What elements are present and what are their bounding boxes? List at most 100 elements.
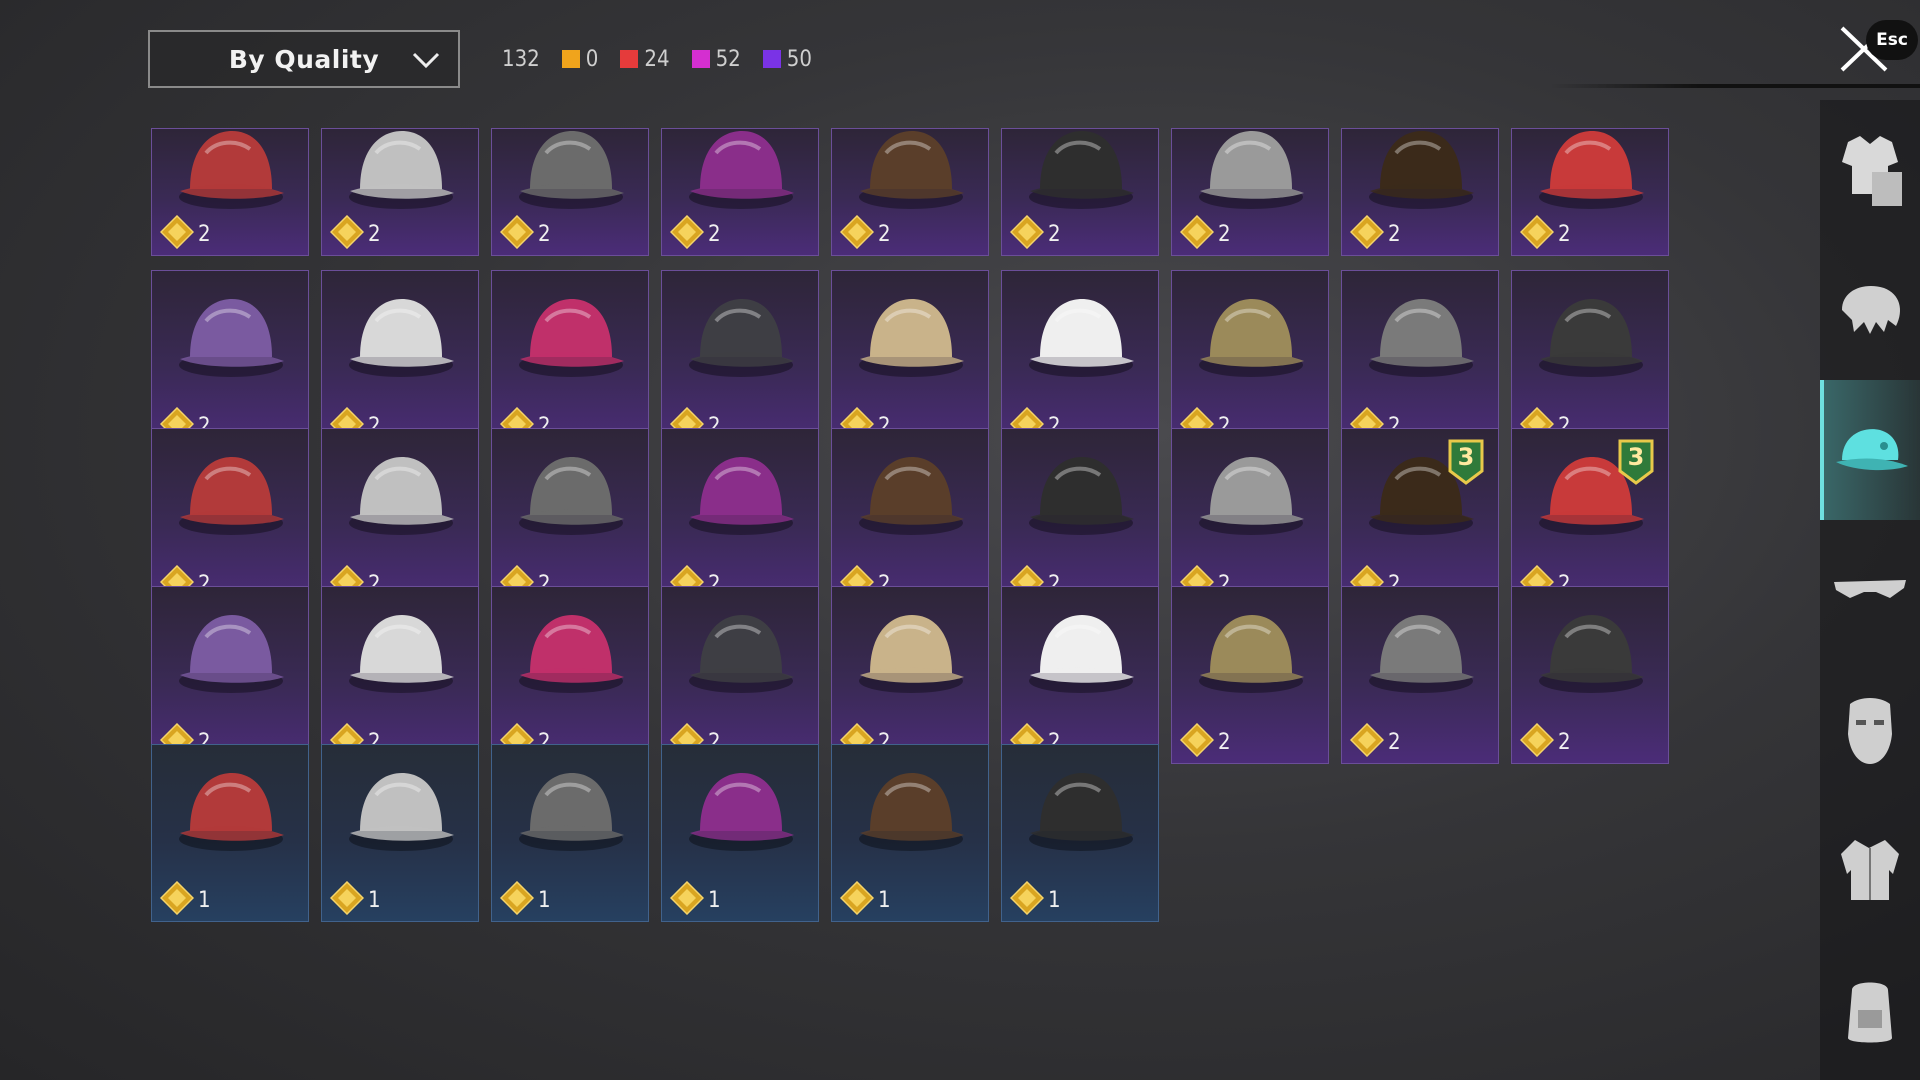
price-value: 2	[1388, 729, 1401, 755]
item-price: 2	[329, 214, 381, 250]
price-value: 2	[878, 221, 891, 247]
jacket-icon	[1841, 840, 1899, 900]
item-card[interactable]: 2	[1171, 428, 1329, 606]
coin-icon	[329, 214, 365, 253]
item-card[interactable]: 2	[831, 586, 989, 764]
item-card[interactable]: 1	[1001, 744, 1159, 922]
item-card[interactable]: 2	[661, 270, 819, 448]
grey-brodie-helmet-icon	[1362, 277, 1480, 395]
item-card[interactable]: 2	[1001, 128, 1159, 256]
item-card[interactable]: 23	[1341, 428, 1499, 606]
item-card[interactable]: 2	[151, 428, 309, 606]
aviator-cap-icon	[1362, 593, 1480, 711]
item-card[interactable]: 2	[661, 128, 819, 256]
hat-icon	[1836, 429, 1908, 471]
item-card[interactable]: 2	[1511, 586, 1669, 764]
white-shark-hat-icon	[1192, 435, 1310, 553]
item-card[interactable]: 1	[151, 744, 309, 922]
skull-cap-icon	[172, 751, 290, 869]
top-divider	[1550, 84, 1920, 88]
item-card[interactable]: 2	[321, 586, 479, 764]
item-price: 1	[159, 880, 211, 916]
coin-icon	[1519, 722, 1555, 761]
item-card[interactable]: 2	[1511, 270, 1669, 448]
item-card[interactable]: 2	[831, 128, 989, 256]
item-card[interactable]: 2	[151, 128, 309, 256]
sidebar-item-hair[interactable]	[1820, 240, 1920, 380]
camo-headset-cap-icon	[1022, 751, 1140, 869]
item-card[interactable]: 2	[1341, 586, 1499, 764]
coin-icon	[1349, 214, 1385, 253]
price-value: 1	[368, 887, 381, 913]
item-card[interactable]: 2	[661, 586, 819, 764]
count-red: 24	[620, 47, 670, 72]
item-grid: 2222222222222222222222222232322222222211…	[151, 128, 1671, 1028]
teal-beret-icon	[342, 751, 460, 869]
item-card[interactable]: 2	[151, 586, 309, 764]
coin-icon	[669, 214, 705, 253]
price-value: 2	[1048, 221, 1061, 247]
item-card[interactable]: 1	[491, 744, 649, 922]
sidebar-item-outfit[interactable]	[1820, 100, 1920, 240]
pith-helmet-icon	[852, 277, 970, 395]
category-sidebar	[1820, 100, 1920, 1080]
sidebar-item-backpack[interactable]	[1820, 940, 1920, 1080]
item-card[interactable]: 2	[1171, 586, 1329, 764]
item-card[interactable]: 2	[1341, 270, 1499, 448]
count-purple: 50	[762, 47, 812, 72]
count-pink: 52	[691, 47, 741, 72]
coin-icon	[669, 880, 705, 919]
sidebar-item-glasses[interactable]	[1820, 520, 1920, 660]
red-swatch	[620, 50, 639, 68]
item-card[interactable]: 2	[491, 428, 649, 606]
item-card[interactable]: 2	[491, 586, 649, 764]
price-value: 2	[198, 221, 211, 247]
item-card[interactable]: 2	[321, 428, 479, 606]
sidebar-item-hat[interactable]	[1820, 380, 1920, 520]
item-card[interactable]: 1	[321, 744, 479, 922]
item-price: 2	[159, 214, 211, 250]
brown-cowboy-hat-icon	[1532, 593, 1650, 711]
coin-icon	[1179, 722, 1215, 761]
item-card[interactable]: 2	[831, 270, 989, 448]
item-card[interactable]: 2	[1511, 128, 1669, 256]
coin-icon	[1009, 214, 1045, 253]
esc-badge: Esc	[1866, 20, 1918, 60]
item-card[interactable]: 2	[321, 270, 479, 448]
item-card[interactable]: 2	[1171, 270, 1329, 448]
item-price: 2	[1519, 214, 1571, 250]
item-card[interactable]: 2	[321, 128, 479, 256]
price-value: 1	[198, 887, 211, 913]
coin-icon	[159, 880, 195, 919]
item-card[interactable]: 1	[661, 744, 819, 922]
item-card[interactable]: 2	[1001, 586, 1159, 764]
item-card[interactable]: 2	[1341, 128, 1499, 256]
item-card[interactable]: 23	[1511, 428, 1669, 606]
red-fedora-icon	[1022, 435, 1140, 553]
item-card[interactable]: 2	[491, 270, 649, 448]
sort-dropdown[interactable]: By Quality	[148, 30, 460, 88]
item-card[interactable]: 1	[831, 744, 989, 922]
steampunk-hat-icon	[512, 129, 630, 227]
grey-beret-icon	[512, 751, 630, 869]
item-card[interactable]: 2	[1001, 270, 1159, 448]
item-card[interactable]: 2	[1001, 428, 1159, 606]
item-card[interactable]: 2	[491, 128, 649, 256]
quality-stats: 132 0 24 52 50	[502, 40, 812, 78]
sidebar-item-mask[interactable]	[1820, 660, 1920, 800]
item-card[interactable]: 2	[1171, 128, 1329, 256]
gold-band-fedora-icon	[1362, 129, 1480, 227]
gas-mask-helmet-icon	[1022, 129, 1140, 227]
price-value: 2	[1388, 221, 1401, 247]
count-orange: 0	[561, 47, 598, 72]
item-card[interactable]: 2	[661, 428, 819, 606]
item-card[interactable]: 2	[831, 428, 989, 606]
shark-hat-icon	[512, 435, 630, 553]
level-badge: 3	[1616, 437, 1656, 487]
level-badge: 3	[1446, 437, 1486, 487]
orange-swatch	[561, 50, 580, 68]
item-card[interactable]: 2	[151, 270, 309, 448]
plaid-bandana-icon	[1022, 593, 1140, 711]
sidebar-item-jacket[interactable]	[1820, 800, 1920, 940]
witch-hat-icon	[682, 129, 800, 227]
